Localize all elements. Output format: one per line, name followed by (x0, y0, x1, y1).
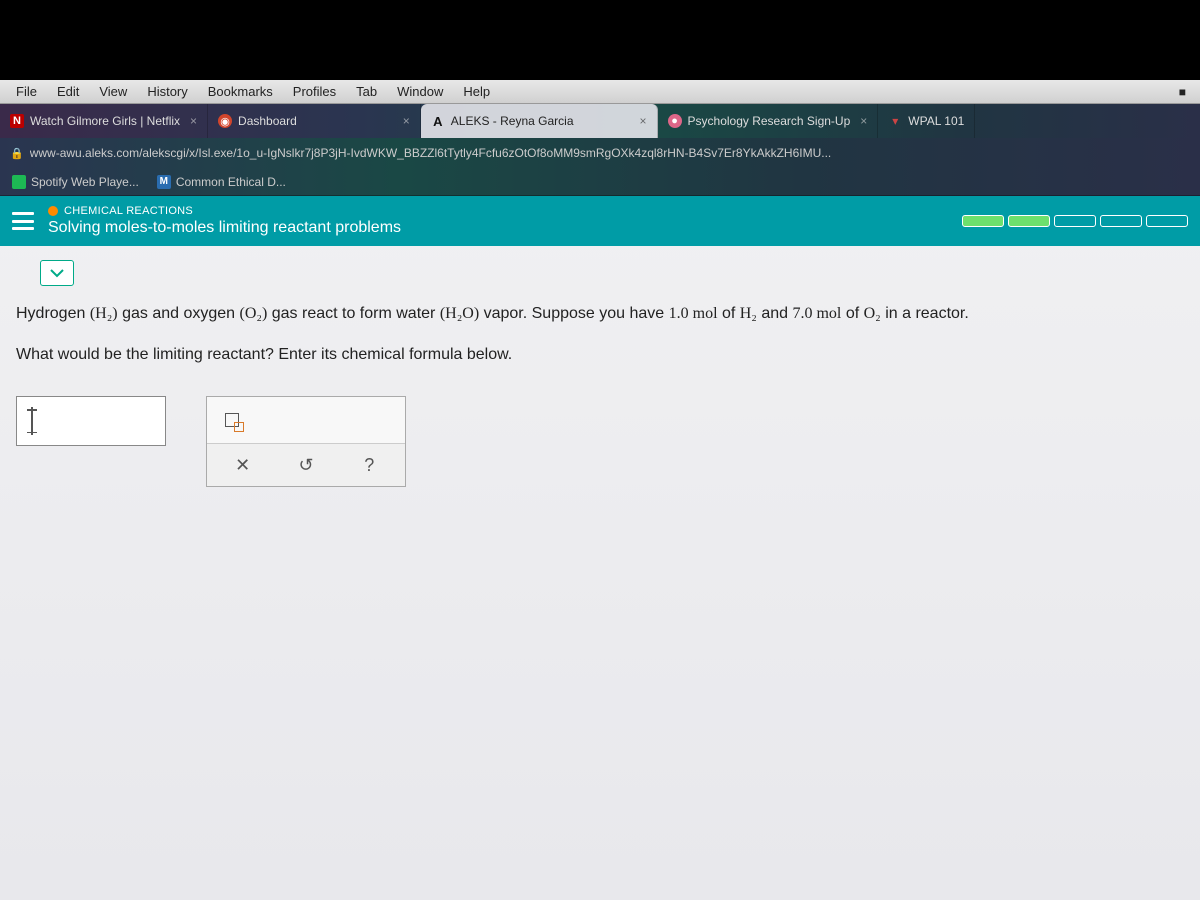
battery-icon: ■ (1169, 85, 1194, 99)
tab-aleks[interactable]: A ALEKS - Reyna Garcia × (421, 104, 658, 138)
tab-netflix[interactable]: N Watch Gilmore Girls | Netflix × (0, 104, 208, 138)
bookmark-label: Common Ethical D... (176, 175, 286, 189)
chevron-down-icon[interactable] (40, 260, 74, 286)
mac-menu-bar: File Edit View History Bookmarks Profile… (0, 80, 1200, 104)
lock-icon: 🔒 (10, 147, 24, 160)
spotify-icon (12, 175, 26, 189)
wpal-icon: ▾ (888, 114, 902, 128)
close-icon[interactable]: × (640, 114, 647, 128)
close-icon[interactable]: × (190, 114, 197, 128)
clear-button[interactable]: ✕ (223, 450, 263, 480)
netflix-icon: N (10, 114, 24, 128)
progress-pill (1008, 215, 1050, 227)
subscript-icon (225, 413, 239, 427)
answer-input[interactable] (16, 396, 166, 446)
menu-help[interactable]: Help (453, 84, 500, 99)
text-cursor-icon (27, 407, 37, 435)
tab-label: Psychology Research Sign-Up (688, 114, 851, 128)
bookmark-label: Spotify Web Playe... (31, 175, 139, 189)
tab-psychology[interactable]: ● Psychology Research Sign-Up × (658, 104, 879, 138)
problem-text-line2: What would be the limiting reactant? Ent… (16, 341, 1184, 368)
menu-window[interactable]: Window (387, 84, 453, 99)
menu-tab[interactable]: Tab (346, 84, 387, 99)
canvas-icon: ◉ (218, 114, 232, 128)
category-label: CHEMICAL REACTIONS (64, 205, 193, 217)
lesson-title: Solving moles-to-moles limiting reactant… (48, 219, 948, 237)
menu-file[interactable]: File (6, 84, 47, 99)
moodle-icon: M (157, 175, 171, 189)
lesson-header: CHEMICAL REACTIONS Solving moles-to-mole… (0, 196, 1200, 246)
address-bar[interactable]: 🔒 www-awu.aleks.com/alekscgi/x/Isl.exe/1… (0, 138, 1200, 168)
close-icon[interactable]: × (860, 114, 867, 128)
tab-label: Dashboard (238, 114, 297, 128)
tab-strip: N Watch Gilmore Girls | Netflix × ◉ Dash… (0, 104, 1200, 138)
menu-edit[interactable]: Edit (47, 84, 89, 99)
page-content: CHEMICAL REACTIONS Solving moles-to-mole… (0, 196, 1200, 900)
tab-dashboard[interactable]: ◉ Dashboard × (208, 104, 421, 138)
category-dot-icon (48, 206, 58, 216)
menu-view[interactable]: View (89, 84, 137, 99)
progress-indicator (962, 215, 1188, 227)
progress-pill (962, 215, 1004, 227)
bookmark-spotify[interactable]: Spotify Web Playe... (6, 172, 145, 192)
tab-label: ALEKS - Reyna Garcia (451, 114, 574, 128)
psych-icon: ● (668, 114, 682, 128)
progress-pill (1146, 215, 1188, 227)
help-button[interactable]: ? (349, 450, 389, 480)
progress-pill (1100, 215, 1142, 227)
problem-text-line1: Hydrogen (H₂) gas and oxygen (O₂) gas re… (16, 300, 1184, 327)
menu-profiles[interactable]: Profiles (283, 84, 346, 99)
subscript-button[interactable] (217, 405, 247, 435)
formula-palette: ✕ ↺ ? (206, 396, 406, 487)
problem-area: Hydrogen (H₂) gas and oxygen (O₂) gas re… (0, 246, 1200, 505)
tab-label: WPAL 101 (908, 114, 964, 128)
progress-pill (1054, 215, 1096, 227)
tab-wpal[interactable]: ▾ WPAL 101 (878, 104, 975, 138)
aleks-icon: A (431, 114, 445, 128)
menu-history[interactable]: History (137, 84, 197, 99)
bookmark-common-ethical[interactable]: M Common Ethical D... (151, 172, 292, 192)
menu-bookmarks[interactable]: Bookmarks (198, 84, 283, 99)
tab-label: Watch Gilmore Girls | Netflix (30, 114, 180, 128)
bookmarks-bar: Spotify Web Playe... M Common Ethical D.… (0, 168, 1200, 196)
reset-button[interactable]: ↺ (286, 450, 326, 480)
close-icon[interactable]: × (403, 114, 410, 128)
menu-icon[interactable] (12, 212, 34, 230)
url-text: www-awu.aleks.com/alekscgi/x/Isl.exe/1o_… (30, 146, 1190, 160)
